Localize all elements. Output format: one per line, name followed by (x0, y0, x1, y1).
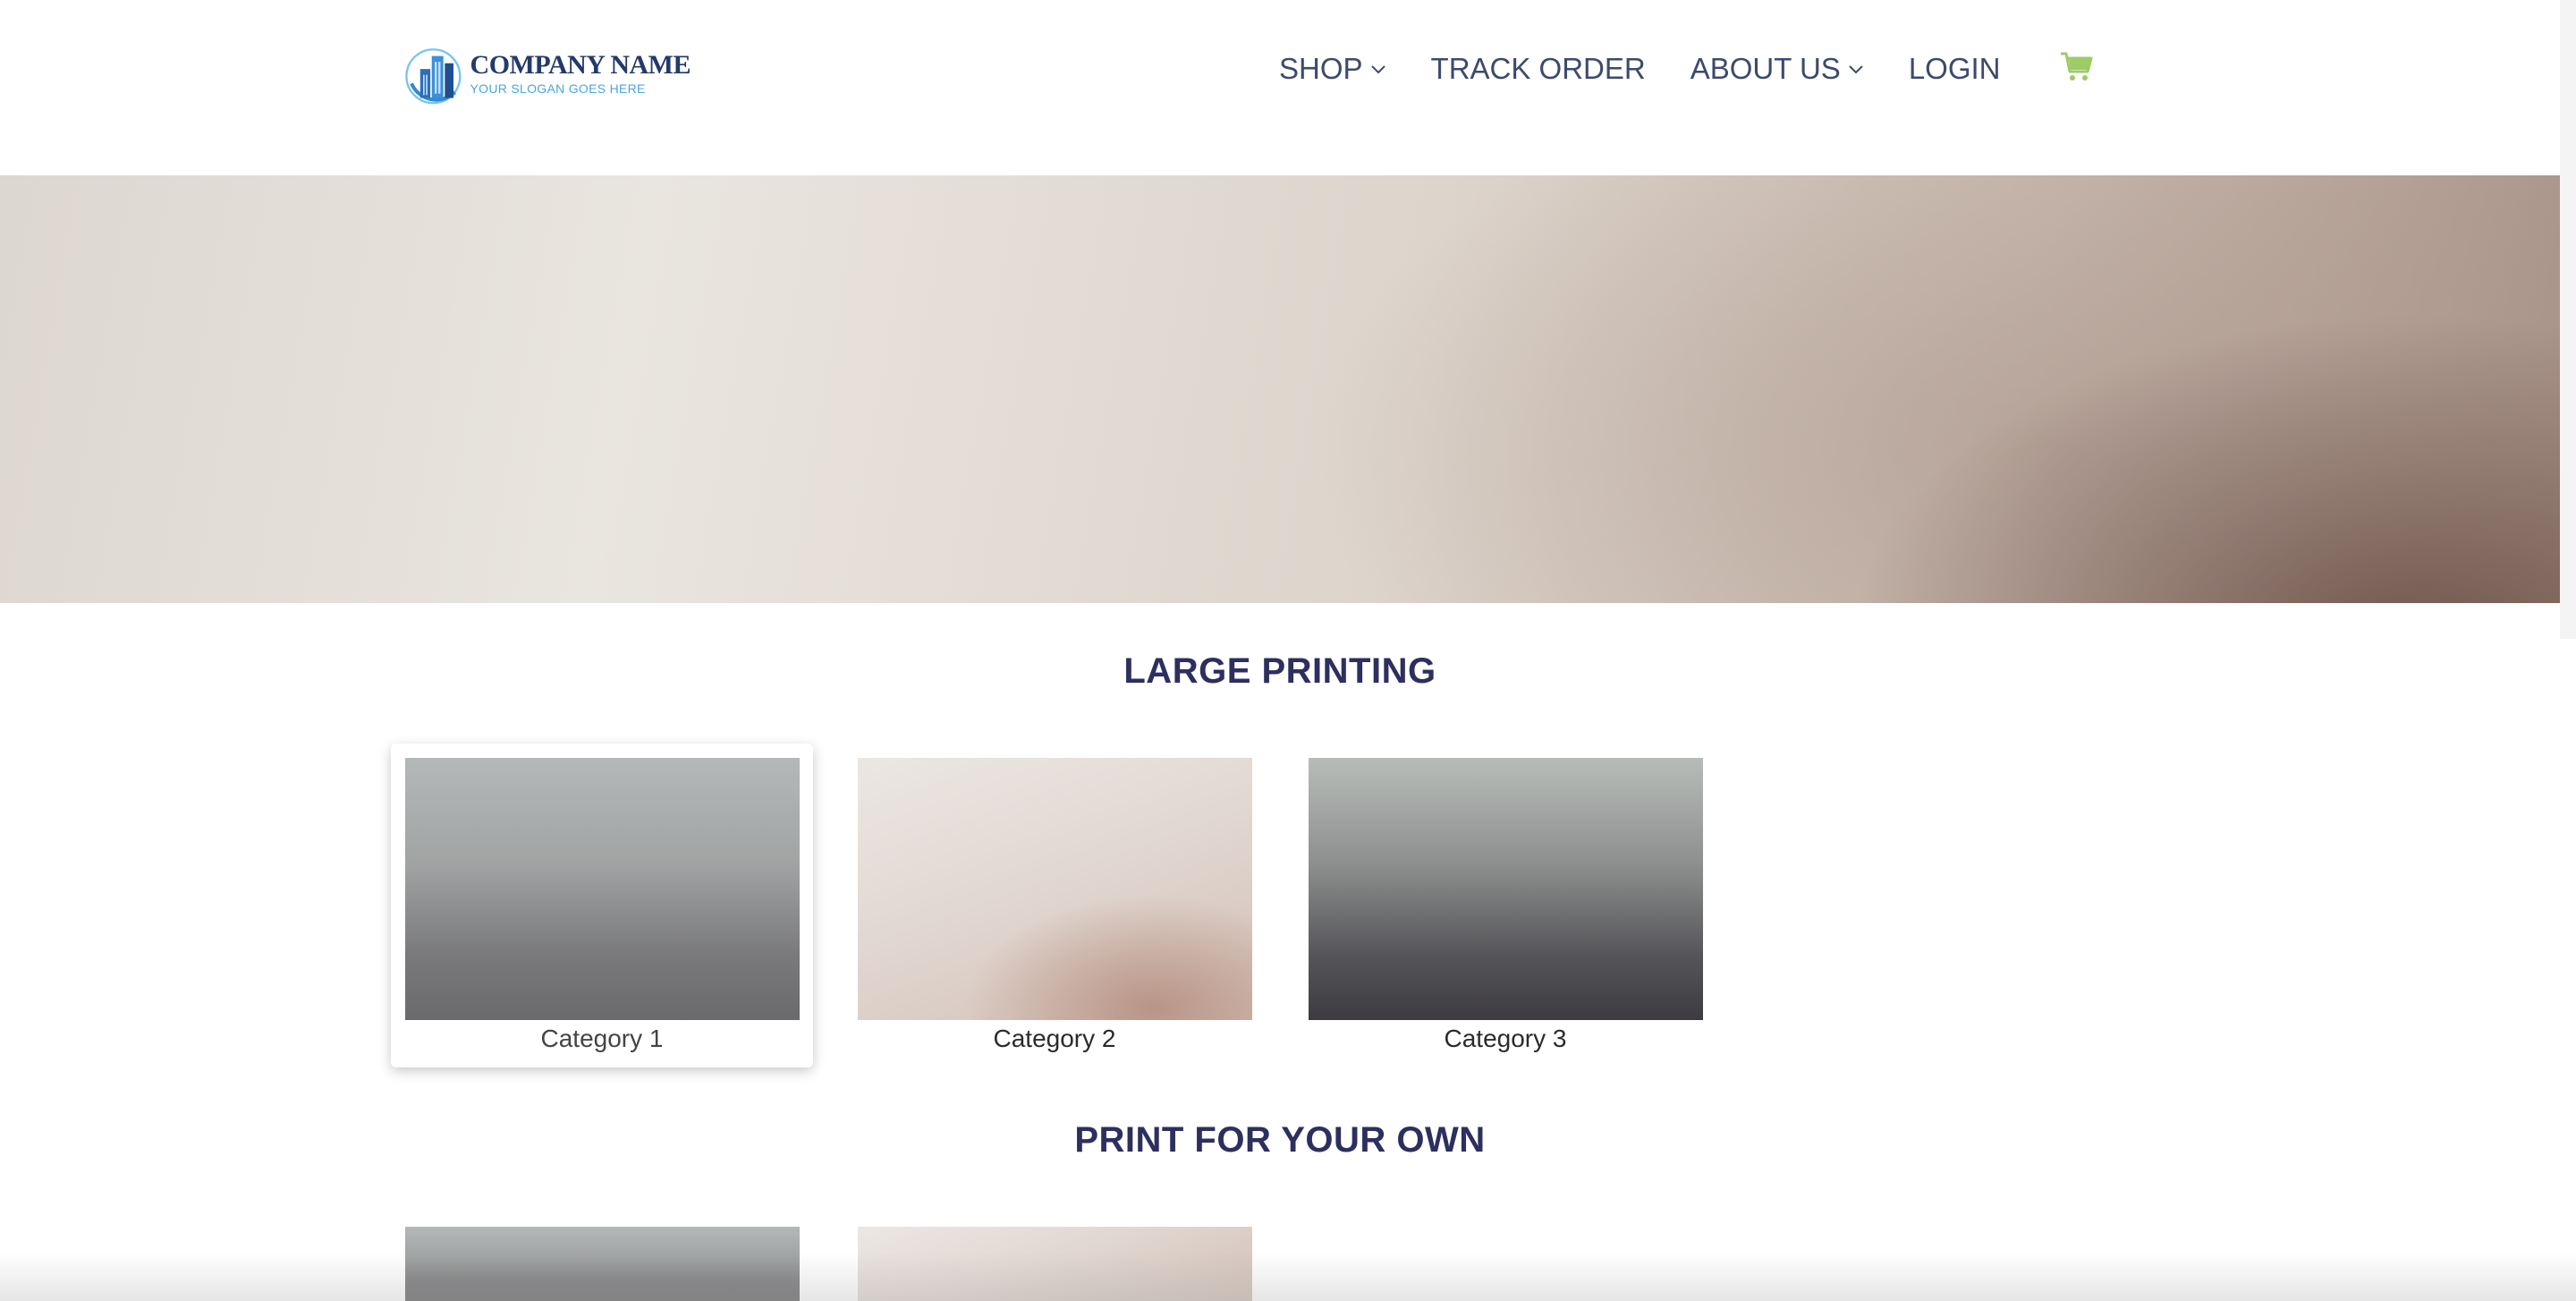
nav-about-us[interactable]: ABOUT US (1690, 52, 1864, 86)
nav-about-us-label: ABOUT US (1690, 52, 1841, 85)
category-label: Category 3 (1444, 1025, 1567, 1052)
main-nav: SHOP TRACK ORDER ABOUT US LOGIN (1279, 47, 2001, 91)
category-image (405, 758, 800, 1020)
nav-track-order[interactable]: TRACK ORDER (1431, 52, 1646, 86)
building-logo-icon (405, 48, 462, 105)
category-label: Category 2 (993, 1025, 1116, 1052)
category-label: Category 1 (540, 1025, 664, 1052)
shopping-cart-icon[interactable] (2059, 50, 2093, 82)
hero-banner (0, 175, 2560, 603)
own-card-1[interactable] (391, 1212, 813, 1301)
category-card-1[interactable]: Category 1 (391, 744, 813, 1067)
section-title-print-for-your-own: PRINT FOR YOUR OWN (1074, 1120, 1486, 1160)
nav-login-label: LOGIN (1908, 52, 2001, 85)
nav-login[interactable]: LOGIN (1909, 52, 2001, 86)
own-card-2[interactable] (843, 1212, 1266, 1301)
nav-track-order-label: TRACK ORDER (1430, 52, 1646, 85)
nav-shop[interactable]: SHOP (1279, 52, 1386, 86)
page-scrollbar[interactable] (2560, 0, 2576, 639)
chevron-down-icon (1849, 65, 1863, 74)
category-image (858, 758, 1252, 1020)
category-card-2[interactable]: Category 2 (843, 744, 1266, 1067)
section-title-large-printing: LARGE PRINTING (1123, 651, 1436, 691)
category-image (858, 1227, 1252, 1301)
company-name: COMPANY NAME (470, 50, 691, 80)
logo[interactable]: COMPANY NAME YOUR SLOGAN GOES HERE (404, 32, 691, 115)
category-image (405, 1227, 800, 1301)
category-card-3[interactable]: Category 3 (1294, 744, 1716, 1067)
page: COMPANY NAME YOUR SLOGAN GOES HERE SHOP … (0, 0, 2576, 1301)
chevron-down-icon (1370, 65, 1385, 74)
category-image (1309, 758, 1703, 1020)
site-header: COMPANY NAME YOUR SLOGAN GOES HERE SHOP … (0, 0, 2560, 175)
nav-shop-label: SHOP (1279, 52, 1363, 85)
bottom-shadow (0, 1253, 2576, 1301)
company-slogan: YOUR SLOGAN GOES HERE (470, 81, 646, 96)
